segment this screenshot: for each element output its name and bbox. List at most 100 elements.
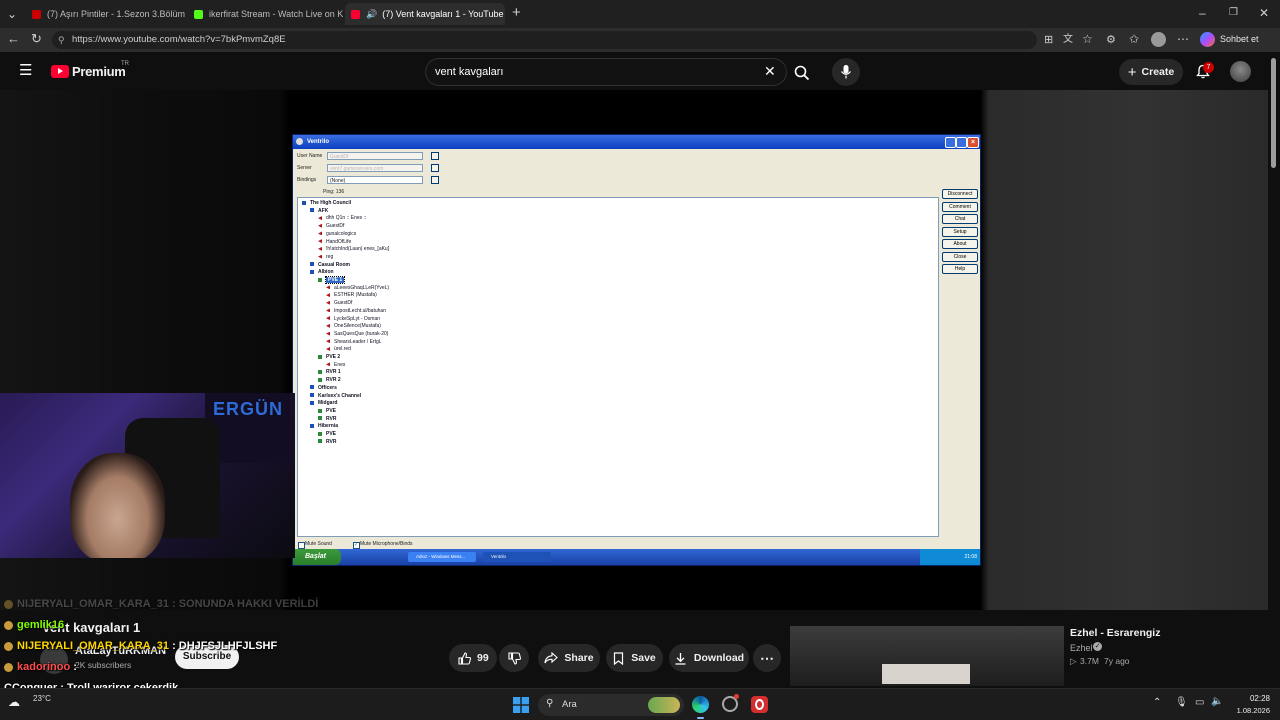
user-icon — [326, 293, 330, 298]
ventrilo-tree-item: LyckeSpLyt - Osman — [326, 316, 380, 322]
favorite-star-icon[interactable]: ☆ — [1082, 33, 1093, 45]
youtube-logo-icon[interactable] — [51, 65, 69, 78]
close-window-icon[interactable]: ✕ — [1259, 7, 1269, 19]
chat-username: kadorinoo — [17, 661, 71, 673]
profile-avatar[interactable] — [1151, 32, 1166, 47]
close-tab-icon[interactable]: ✕ — [185, 9, 186, 20]
more-actions-icon: ⋯ — [760, 649, 774, 666]
ventrilo-tree-item: Hibernia — [310, 423, 338, 429]
favorites-icon[interactable]: ✩ — [1129, 33, 1139, 45]
url-field[interactable]: ⚲ https://www.youtube.com/watch?v=7bkPmv… — [52, 31, 1037, 49]
network-icon[interactable]: ▭ — [1195, 697, 1204, 708]
chat-text: : DHJFSJLHFJLSHF — [169, 640, 278, 652]
chat-message: kadorinoo : — [4, 661, 77, 673]
ventrilo-tree-item: GuestDf — [326, 300, 352, 306]
channel-icon — [310, 208, 314, 213]
steam-notification-dot — [734, 694, 739, 699]
recommended-title[interactable]: Ezhel - Esrarengiz — [1070, 627, 1160, 639]
app-available-icon[interactable]: ⊞ — [1044, 34, 1053, 46]
like-button[interactable]: 99 — [449, 644, 497, 672]
taskbar-time[interactable]: 02:28 — [1238, 694, 1270, 703]
download-button[interactable]: Download — [669, 644, 749, 672]
microphone-tray-icon[interactable]: 🎙 — [1175, 697, 1188, 708]
user-icon — [326, 285, 330, 290]
save-button[interactable]: Save — [606, 644, 663, 672]
ventrilo-tree-item: aLeeesGhaqLLeR(YveL) — [326, 285, 389, 291]
chat-message: NIJERYALI_OMAR_KARA_31 : DHJFSJLHFJLSHF — [4, 640, 277, 652]
chat-username: gemlik16 — [17, 619, 65, 631]
user-icon — [326, 339, 330, 344]
xp-taskbar: Başlat Adsız - Windows Mess... Ventrilo … — [293, 549, 980, 565]
ventrilo-tree-label: Midgard — [318, 400, 338, 407]
ventrilo-tree-label: AFK — [318, 207, 329, 214]
more-actions-button[interactable]: ⋯ — [753, 644, 781, 672]
tab-1[interactable]: (7) Aşırı Pintiler - 1.Sezon 3.Bölüm ✕ — [26, 3, 186, 25]
like-count: 99 — [477, 652, 489, 664]
more-menu-icon[interactable]: ⋯ — [1177, 33, 1189, 45]
new-tab-plus-icon[interactable]: + — [512, 5, 521, 20]
ventrilo-button: Disconnect — [942, 189, 978, 199]
xp-start-label: Başlat — [305, 553, 327, 560]
copilot-label[interactable]: Sohbet et — [1220, 34, 1259, 44]
ventrilo-tree-label: gunalcologics — [326, 230, 357, 237]
page-scrollbar[interactable] — [1268, 52, 1280, 688]
search-input[interactable]: vent kavgaları — [425, 58, 787, 86]
ventrilo-field-edit-button — [431, 152, 439, 160]
channel-icon — [318, 354, 322, 359]
speaker-icon[interactable]: 🔊 — [366, 9, 377, 20]
copilot-icon[interactable] — [1200, 32, 1215, 47]
translate-icon[interactable]: 文 — [1063, 34, 1073, 46]
taskbar-date[interactable]: 1.08.2026 — [1228, 706, 1270, 715]
tab-2[interactable]: ikerfirat Stream - Watch Live on K ✕ — [188, 3, 343, 25]
ventrilo-tree-item: GuestDf — [318, 223, 344, 229]
taskbar-search-box[interactable]: ⚲ Ara — [538, 694, 684, 716]
ventrilo-tree-label: SasQuesQue (burak-20) — [334, 330, 389, 337]
create-button[interactable]: + Create — [1119, 59, 1183, 85]
weather-cloud-icon[interactable]: ☁ — [8, 695, 20, 709]
search-button[interactable] — [786, 58, 816, 86]
back-arrow-icon[interactable]: ← — [7, 32, 20, 45]
download-label: Download — [693, 652, 745, 664]
dislike-button[interactable] — [499, 644, 529, 672]
volume-icon[interactable]: 🔈 — [1211, 696, 1223, 707]
tab-3-active[interactable]: 🔊 (7) Vent kavgaları 1 - YouTube ✕ — [345, 3, 505, 25]
site-info-icon[interactable]: ⚲ — [58, 31, 65, 49]
ventrilo-tree-label: GuestDf — [326, 223, 345, 230]
chat-badge-icon — [4, 662, 13, 672]
hamburger-menu-icon[interactable]: ☰ — [19, 63, 32, 78]
recommended-channel[interactable]: Ezhel — [1070, 643, 1093, 653]
restore-icon[interactable]: ❐ — [1229, 7, 1238, 19]
voice-search-button[interactable] — [832, 58, 860, 86]
ventrilo-tree-item: PVE 1 — [318, 276, 346, 284]
ventrilo-tree-item: Albion — [310, 269, 334, 275]
extensions-icon[interactable]: ⚙ — [1106, 34, 1116, 46]
share-button[interactable]: Share — [538, 644, 600, 672]
ventrilo-title-bar: Ventrilo × — [293, 135, 980, 149]
search-query: vent kavgaları — [435, 66, 504, 78]
scrollbar-thumb[interactable] — [1271, 58, 1276, 168]
webcam-banner-text: ERGÜN — [213, 399, 284, 419]
minimize-icon[interactable]: – — [1199, 7, 1206, 19]
ventrilo-field-value: GuestDf — [327, 152, 423, 160]
ventrilo-tree-item: Officers — [310, 385, 337, 391]
account-avatar[interactable] — [1230, 61, 1251, 82]
share-label: Share — [564, 652, 594, 664]
show-hidden-icons-chevron-icon[interactable]: ⌃ — [1153, 697, 1161, 708]
thumbnail-sign — [882, 664, 970, 684]
recommended-views: 3.7M — [1080, 656, 1099, 666]
close-tab-icon[interactable]: ✕ — [503, 9, 505, 20]
edge-browser-icon[interactable] — [692, 696, 709, 713]
user-icon — [326, 300, 330, 305]
ventrilo-tree-label: Casual Room — [318, 261, 350, 268]
opera-gx-icon[interactable] — [751, 696, 768, 713]
tab-actions-chevron-icon[interactable]: ⌄ — [7, 8, 17, 20]
premium-logo-text[interactable]: Premium — [72, 64, 126, 79]
recommended-video-thumbnail[interactable] — [790, 626, 1064, 686]
weather-temperature[interactable]: 23°C — [33, 694, 51, 703]
clear-search-icon[interactable]: ✕ — [764, 64, 776, 78]
ventrilo-tree-label: PVE 2 — [326, 354, 341, 360]
xp-task-2: Ventrilo — [483, 552, 551, 562]
chat-message: gemlik16 — [4, 619, 64, 631]
reload-icon[interactable]: ↻ — [31, 32, 42, 45]
browser-tab-strip: ⌄ (7) Aşırı Pintiler - 1.Sezon 3.Bölüm ✕… — [0, 0, 1280, 28]
